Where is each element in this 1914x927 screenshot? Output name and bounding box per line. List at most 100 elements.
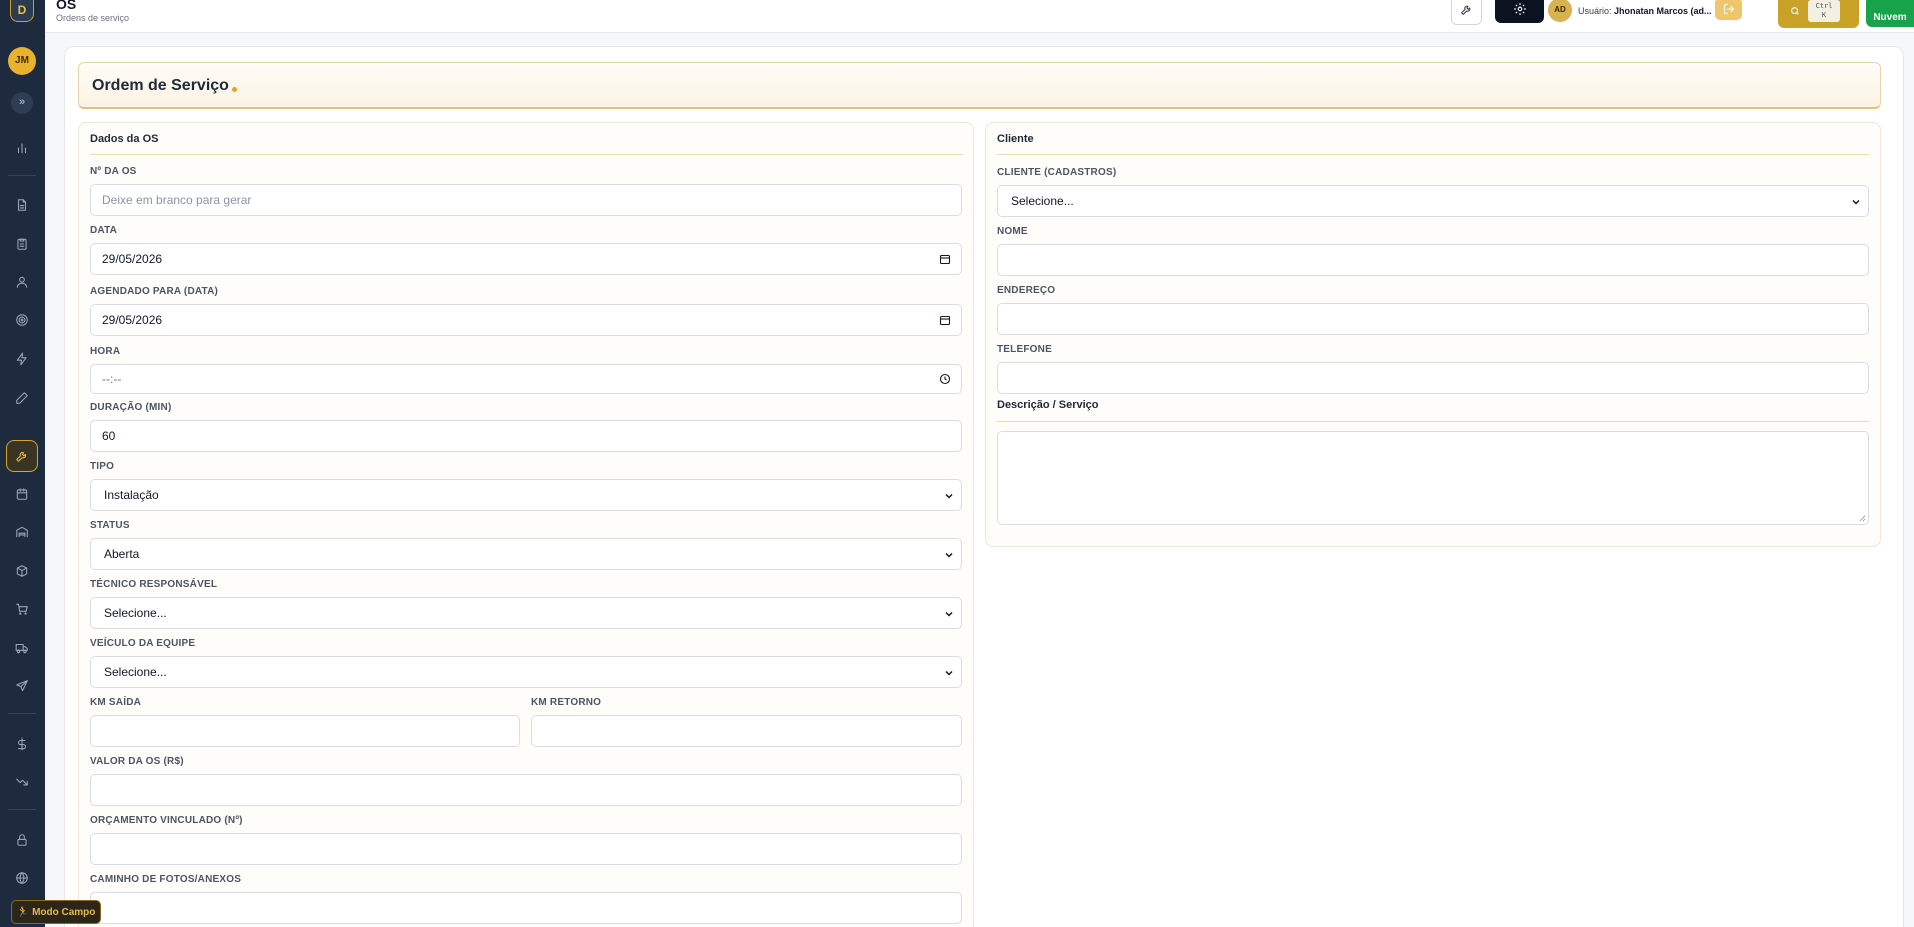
pencil-icon[interactable] [10, 386, 34, 410]
km-saida-label: KM SAÍDA [90, 697, 142, 708]
dollar-icon[interactable] [10, 732, 34, 756]
resize-handle-icon[interactable] [1858, 514, 1866, 522]
globe-icon[interactable] [10, 866, 34, 890]
veiculo-select[interactable]: Selecione... [90, 656, 962, 688]
cliente-title: Cliente [997, 133, 1034, 145]
target-icon[interactable] [10, 308, 34, 332]
calendar-icon[interactable] [939, 253, 951, 265]
tecnico-label: TÉCNICO RESPONSÁVEL [90, 579, 218, 590]
status-label: STATUS [90, 520, 130, 531]
chevron-down-icon [945, 611, 953, 617]
truck-icon[interactable] [10, 636, 34, 660]
lock-icon[interactable] [10, 828, 34, 852]
user-icon[interactable] [10, 270, 34, 294]
top-header: OS Ordens de serviço AD Usuário: Jhonata… [45, 0, 1914, 33]
calendar-icon[interactable] [939, 314, 951, 326]
endereco-input[interactable] [997, 303, 1869, 335]
duracao-input[interactable]: 60 [90, 420, 962, 452]
search-button[interactable]: Ctrl K [1778, 0, 1859, 28]
data-value: 29/05/2026 [102, 252, 163, 266]
tecnico-select[interactable]: Selecione... [90, 597, 962, 629]
numero-os-input[interactable]: Deixe em branco para gerar [90, 184, 962, 216]
calendar-icon[interactable] [10, 482, 34, 506]
agendado-input[interactable]: 29/05/2026 [90, 304, 962, 336]
cliente-select[interactable]: Selecione... [997, 185, 1869, 217]
tools-button[interactable] [1451, 0, 1482, 25]
nome-label: NOME [997, 226, 1028, 237]
fotos-label: CAMINHO DE FOTOS/ANEXOS [90, 874, 242, 885]
walking-person-icon: 🏃 [16, 906, 30, 918]
nuvem-button[interactable]: Nuvem [1866, 0, 1914, 27]
clock-icon[interactable] [939, 373, 951, 385]
header-user-avatar[interactable]: AD [1548, 0, 1572, 22]
bar-chart-icon[interactable] [10, 136, 34, 160]
cliente-value: Selecione... [1011, 194, 1074, 208]
nome-input[interactable] [997, 244, 1869, 276]
box-icon[interactable] [10, 559, 34, 583]
endereco-label: ENDEREÇO [997, 285, 1056, 296]
form-banner: Ordem de Serviço [78, 62, 1881, 109]
logout-button[interactable] [1715, 0, 1742, 20]
numero-os-label: Nº DA OS [90, 166, 137, 177]
modo-campo-label: Modo Campo [32, 906, 96, 918]
descricao-textarea[interactable] [997, 431, 1869, 525]
header-user-info: Usuário: Jhonatan Marcos (ad... [1578, 6, 1712, 16]
chevron-down-icon [1852, 199, 1860, 205]
cliente-cadastro-label: CLIENTE (CADASTROS) [997, 167, 1117, 178]
user-avatar[interactable]: JM [8, 47, 36, 75]
document-icon[interactable] [10, 193, 34, 217]
tipo-select[interactable]: Instalação [90, 479, 962, 511]
wrench-icon[interactable] [6, 440, 38, 472]
search-icon [1791, 7, 1799, 15]
data-input[interactable]: 29/05/2026 [90, 243, 962, 275]
orcamento-input[interactable] [90, 833, 962, 865]
modo-campo-button[interactable]: 🏃 Modo Campo [11, 900, 101, 924]
veiculo-value: Selecione... [104, 665, 167, 679]
km-retorno-input[interactable] [531, 715, 962, 747]
warehouse-icon[interactable] [10, 520, 34, 544]
page-subtitle: Ordens de serviço [56, 13, 130, 23]
telefone-input[interactable] [997, 362, 1869, 394]
agendado-label: AGENDADO PARA (DATA) [90, 286, 219, 297]
sidebar-divider [8, 175, 36, 176]
user-prefix: Usuário: [1578, 6, 1612, 16]
logout-icon [1723, 4, 1734, 14]
trend-icon[interactable] [10, 770, 34, 794]
section-divider [997, 421, 1869, 422]
km-retorno-label: KM RETORNO [531, 697, 602, 708]
km-saida-input[interactable] [90, 715, 520, 747]
expand-sidebar-button[interactable]: » [11, 92, 33, 114]
valor-input[interactable] [90, 774, 962, 806]
status-select[interactable]: Aberta [90, 538, 962, 570]
cart-icon[interactable] [10, 597, 34, 621]
orcamento-label: ORÇAMENTO VINCULADO (Nº) [90, 815, 243, 826]
chevron-down-icon [945, 552, 953, 558]
data-label: DATA [90, 225, 118, 236]
sidebar-divider [8, 713, 36, 714]
sidebar-divider [8, 809, 36, 810]
hora-value: --:-- [102, 372, 122, 386]
fotos-input[interactable] [90, 892, 962, 924]
status-dot [232, 87, 237, 92]
section-divider [997, 154, 1869, 155]
clipboard-icon[interactable] [10, 232, 34, 256]
telefone-label: TELEFONE [997, 344, 1052, 355]
page-title: OS [56, 0, 77, 12]
app-logo[interactable]: D [10, 0, 34, 22]
settings-button[interactable] [1495, 0, 1544, 23]
wrench-icon [1461, 5, 1471, 15]
section-divider [90, 154, 963, 155]
duracao-label: DURAÇÃO (MIN) [90, 402, 172, 413]
shortcut-key-k: K [1821, 11, 1827, 19]
tecnico-value: Selecione... [104, 606, 167, 620]
form-title: Ordem de Serviço [92, 77, 229, 94]
hora-input[interactable]: --:-- [90, 364, 962, 394]
status-value: Aberta [104, 547, 140, 561]
lightning-icon[interactable] [10, 347, 34, 371]
tipo-value: Instalação [104, 488, 159, 502]
duracao-value: 60 [102, 429, 116, 443]
tipo-label: TIPO [90, 461, 115, 472]
agendado-value: 29/05/2026 [102, 313, 163, 327]
send-icon[interactable] [10, 674, 34, 698]
valor-label: VALOR DA OS (R$) [90, 756, 184, 767]
